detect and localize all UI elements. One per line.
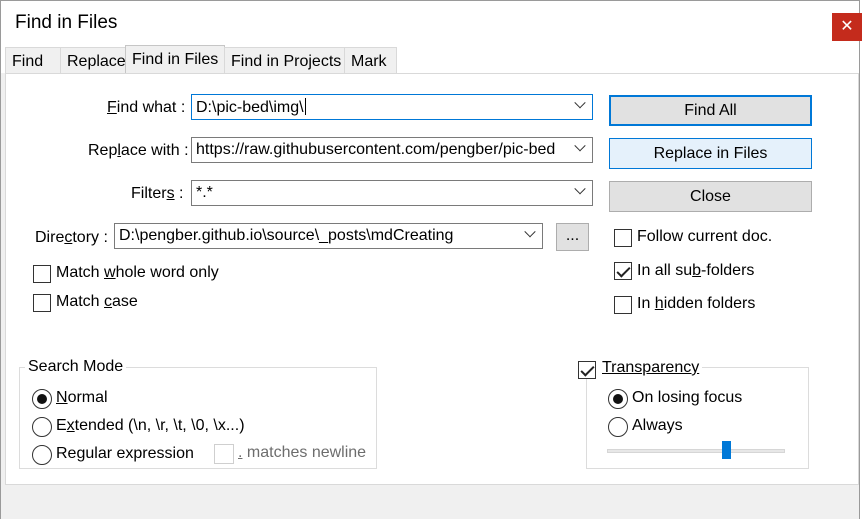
find-in-files-dialog: Find in Files ✕ Find Replace Find in Fil… <box>0 0 862 519</box>
filters-combo[interactable]: *.* <box>191 180 593 206</box>
normal-mode-label: Normal <box>56 389 108 406</box>
directory-label: Directory : <box>35 229 108 246</box>
close-icon[interactable]: ✕ <box>832 13 862 41</box>
match-whole-word-checkbox[interactable] <box>33 265 51 283</box>
filters-value: *.* <box>196 184 213 201</box>
close-button[interactable]: Close <box>609 181 812 212</box>
follow-current-doc-checkbox[interactable] <box>614 229 632 247</box>
chevron-down-icon[interactable] <box>524 226 536 238</box>
tab-find[interactable]: Find <box>5 47 61 73</box>
find-what-combo[interactable]: D:\pic-bed\img\ <box>191 94 593 120</box>
in-hidden-folders-label: In hidden folders <box>637 295 756 312</box>
in-all-subfolders-checkbox[interactable] <box>614 262 632 280</box>
regex-mode-radio[interactable] <box>32 445 52 465</box>
match-case-checkbox[interactable] <box>33 294 51 312</box>
window-title: Find in Files <box>15 12 118 33</box>
find-what-label: Find what : <box>107 99 186 116</box>
chevron-down-icon[interactable] <box>574 140 586 152</box>
tab-find-in-files[interactable]: Find in Files <box>125 45 225 74</box>
matches-newline-checkbox[interactable] <box>214 444 234 464</box>
match-whole-word-label: Match whole word only <box>56 264 219 281</box>
replace-with-value: https://raw.githubusercontent.com/pengbe… <box>196 141 556 158</box>
title-bar: Find in Files ✕ <box>1 1 862 45</box>
always-radio[interactable] <box>608 417 628 437</box>
in-hidden-folders-checkbox[interactable] <box>614 296 632 314</box>
on-losing-focus-label: On losing focus <box>632 389 743 406</box>
always-label: Always <box>632 417 683 434</box>
filters-label: Filters : <box>131 185 184 202</box>
normal-mode-radio[interactable] <box>32 389 52 409</box>
directory-combo[interactable]: D:\pengber.github.io\source\_posts\mdCre… <box>114 223 543 249</box>
extended-mode-label: Extended (\n, \r, \t, \0, \x...) <box>56 417 245 434</box>
regex-mode-label: Regular expression <box>56 445 194 462</box>
replace-with-label: Replace with : <box>88 142 189 159</box>
follow-current-doc-label: Follow current doc. <box>637 228 773 245</box>
replace-with-combo[interactable]: https://raw.githubusercontent.com/pengbe… <box>191 137 593 163</box>
transparency-slider-track[interactable] <box>607 449 785 453</box>
find-all-button[interactable]: Find All <box>609 95 812 126</box>
dialog-footer <box>1 487 859 519</box>
extended-mode-radio[interactable] <box>32 417 52 437</box>
in-all-subfolders-label: In all sub-folders <box>637 262 755 279</box>
match-case-label: Match case <box>56 293 138 310</box>
find-what-value: D:\pic-bed\img\ <box>196 99 304 116</box>
matches-newline-label: . matches newline <box>238 444 367 461</box>
browse-directory-button[interactable]: ... <box>556 223 589 251</box>
replace-in-files-button[interactable]: Replace in Files <box>609 138 812 169</box>
tab-mark[interactable]: Mark <box>344 47 397 73</box>
transparency-slider-thumb[interactable] <box>722 441 731 459</box>
chevron-down-icon[interactable] <box>574 97 586 109</box>
on-losing-focus-radio[interactable] <box>608 389 628 409</box>
tab-find-in-projects[interactable]: Find in Projects <box>224 47 345 73</box>
transparency-title: Transparency <box>602 359 700 376</box>
chevron-down-icon[interactable] <box>574 183 586 195</box>
search-mode-title: Search Mode <box>25 358 127 376</box>
transparency-checkbox[interactable] <box>578 361 596 379</box>
tab-replace[interactable]: Replace <box>60 47 126 73</box>
directory-value: D:\pengber.github.io\source\_posts\mdCre… <box>119 227 454 244</box>
